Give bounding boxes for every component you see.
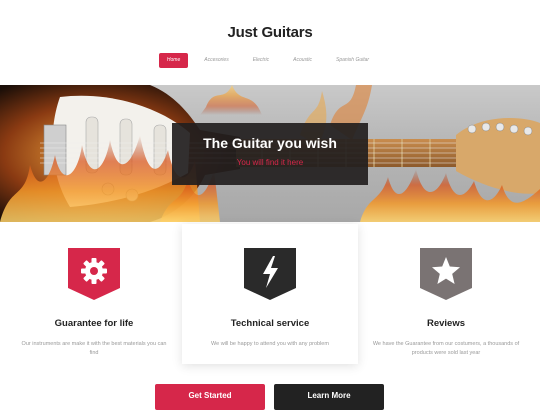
feature-title: Reviews (426, 318, 466, 329)
nav-item-acoustic[interactable]: Acoustic (281, 53, 324, 68)
nav-item-home[interactable]: Home (158, 53, 189, 68)
learn-more-button[interactable]: Learn More (274, 384, 384, 410)
star-icon (420, 248, 472, 300)
get-started-button[interactable]: Get Started (155, 384, 265, 410)
hero-title: The Guitar you wish (203, 135, 337, 151)
feature-description: We have the Guarantee from our costumers… (372, 341, 520, 356)
feature-description: We will be happy to attend you with any … (211, 341, 329, 347)
feature-description: Our instruments are make it with the bes… (21, 341, 167, 356)
nav-item-electric[interactable]: Electric (241, 53, 281, 68)
hero-caption-box: The Guitar you wish You will find it her… (172, 123, 368, 185)
hero-subtitle: You will find it here (236, 158, 304, 167)
nav-item-accesories[interactable]: Accesories (192, 53, 240, 68)
site-title[interactable]: Just Guitars (0, 24, 540, 41)
feature-title: Technical service (230, 318, 310, 329)
gear-icon (68, 248, 120, 300)
main-nav: Home Accesories Electric Acoustic Spanis… (0, 53, 540, 68)
feature-guarantee: Guarantee for life Our instruments are m… (6, 224, 182, 364)
feature-technical-service: Technical service We will be happy to at… (182, 224, 358, 364)
lightning-icon (244, 248, 296, 300)
feature-reviews: Reviews We have the Guarantee from our c… (358, 224, 534, 364)
feature-title: Guarantee for life (54, 318, 134, 329)
hero-banner: The Guitar you wish You will find it her… (0, 85, 540, 222)
nav-item-spanish-guitar[interactable]: Spanish Guitar (324, 53, 381, 68)
